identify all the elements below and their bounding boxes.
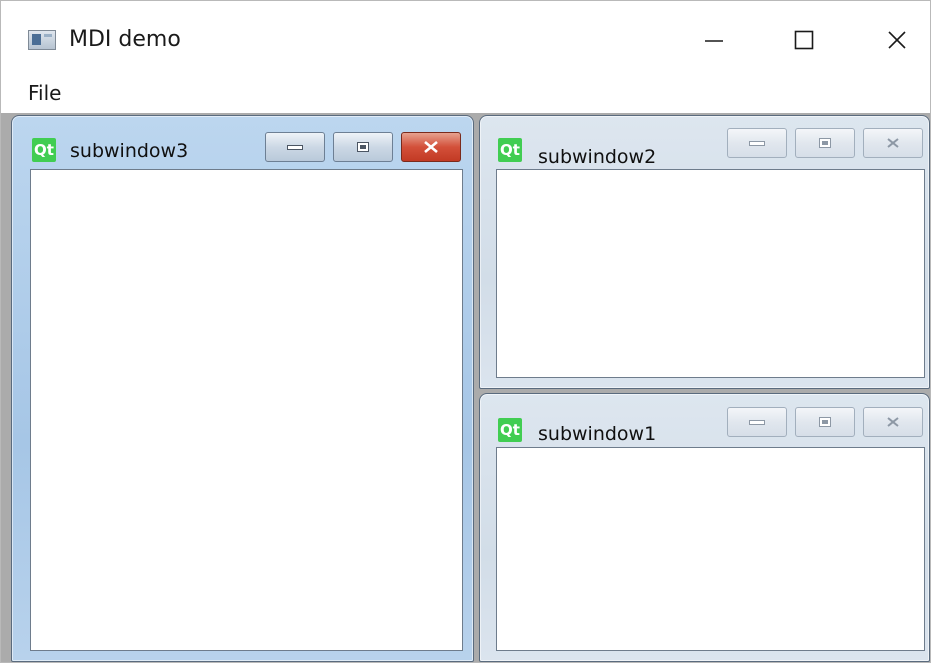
- app-icon: [28, 30, 56, 50]
- close-icon: [888, 31, 906, 49]
- subwindow-close-button[interactable]: [863, 407, 923, 437]
- subwindow-minimize-button[interactable]: [265, 132, 325, 162]
- window-title: MDI demo: [69, 27, 181, 52]
- title-bar[interactable]: MDI demo: [1, 1, 930, 67]
- qt-logo-icon: Qt: [498, 418, 522, 442]
- subwindow-content[interactable]: [496, 169, 925, 378]
- minimize-button[interactable]: [691, 19, 737, 61]
- minimize-icon: [749, 419, 765, 425]
- mdi-area: Qt subwindow3 Qt subwindow2 Qt subwindow…: [1, 113, 930, 662]
- subwindow-minimize-button[interactable]: [727, 128, 787, 158]
- restore-icon: [819, 417, 831, 427]
- maximize-button[interactable]: [781, 19, 827, 61]
- subwindow-restore-button[interactable]: [333, 132, 393, 162]
- menu-file[interactable]: File: [28, 81, 61, 105]
- menu-bar: File: [1, 67, 930, 113]
- subwindow-restore-button[interactable]: [795, 407, 855, 437]
- main-window: MDI demo File Qt subwindow3 Qt subwindow…: [0, 0, 931, 663]
- close-icon: [887, 417, 899, 427]
- close-icon: [887, 138, 899, 148]
- minimize-icon: [287, 144, 303, 150]
- subwindow-close-button[interactable]: [863, 128, 923, 158]
- restore-icon: [357, 142, 369, 152]
- subwindow-title: subwindow2: [538, 146, 657, 168]
- restore-icon: [819, 138, 831, 148]
- subwindow-content[interactable]: [496, 447, 925, 651]
- minimize-icon: [705, 40, 723, 42]
- subwindow-content[interactable]: [30, 169, 463, 651]
- subwindow-2[interactable]: Qt subwindow2: [479, 115, 930, 389]
- subwindow-close-button[interactable]: [401, 132, 461, 162]
- subwindow-minimize-button[interactable]: [727, 407, 787, 437]
- subwindow-restore-button[interactable]: [795, 128, 855, 158]
- minimize-icon: [749, 140, 765, 146]
- subwindow-3[interactable]: Qt subwindow3: [11, 115, 474, 662]
- subwindow-title: subwindow3: [70, 140, 189, 162]
- subwindow-title: subwindow1: [538, 423, 657, 445]
- maximize-icon: [794, 30, 814, 50]
- subwindow-1[interactable]: Qt subwindow1: [479, 393, 930, 662]
- qt-logo-icon: Qt: [498, 138, 522, 162]
- qt-logo-icon: Qt: [32, 138, 56, 162]
- close-icon: [424, 141, 438, 153]
- close-button[interactable]: [874, 19, 920, 61]
